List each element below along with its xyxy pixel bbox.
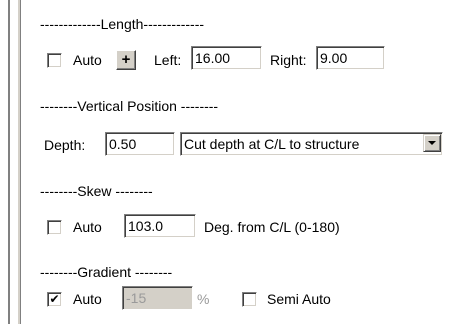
- length-left-label: Left:: [154, 52, 182, 68]
- cut-depth-select-value: Cut depth at C/L to structure: [184, 136, 360, 152]
- depth-input[interactable]: 0.50: [105, 132, 175, 156]
- depth-label: Depth:: [44, 137, 86, 153]
- skew-input[interactable]: 103.0: [124, 214, 196, 238]
- gradient-input[interactable]: -15: [122, 286, 193, 310]
- skew-unit-label: Deg. from C/L (0-180): [204, 219, 340, 235]
- properties-panel: -------------Length------------- Auto + …: [0, 0, 454, 324]
- length-right-input[interactable]: 9.00: [316, 46, 385, 70]
- vertical-section-header: --------Vertical Position --------: [40, 98, 219, 114]
- skew-auto-checkbox[interactable]: [47, 220, 62, 235]
- semi-auto-label: Semi Auto: [267, 291, 331, 307]
- panel-edge-dark: [8, 0, 10, 324]
- semi-auto-checkbox[interactable]: [242, 292, 257, 307]
- gradient-auto-label: Auto: [73, 291, 102, 307]
- skew-auto-label: Auto: [73, 219, 102, 235]
- checkmark-icon: ✔: [49, 292, 60, 306]
- length-plus-button[interactable]: +: [116, 50, 136, 70]
- length-left-input[interactable]: 16.00: [191, 46, 262, 70]
- cut-depth-select[interactable]: Cut depth at C/L to structure: [180, 132, 443, 156]
- length-auto-label: Auto: [73, 52, 102, 68]
- chevron-down-icon[interactable]: [423, 134, 441, 152]
- length-right-label: Right:: [270, 52, 307, 68]
- length-section-header: -------------Length-------------: [40, 16, 205, 32]
- panel-edge-mid: [20, 0, 21, 324]
- skew-section-header: --------Skew --------: [40, 183, 153, 199]
- gradient-auto-checkbox[interactable]: ✔: [47, 292, 62, 307]
- length-auto-checkbox[interactable]: [47, 53, 62, 68]
- gradient-percent-label: %: [197, 291, 210, 307]
- gradient-section-header: --------Gradient --------: [40, 264, 173, 280]
